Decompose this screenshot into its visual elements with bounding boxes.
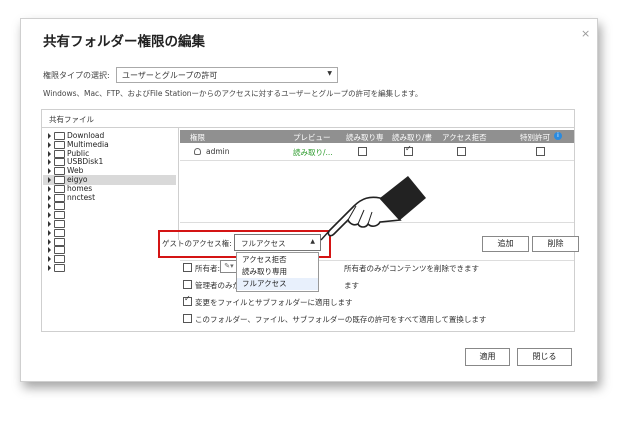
remove-button[interactable]: 削除	[532, 236, 579, 252]
deny-checkbox[interactable]	[457, 147, 466, 156]
folder-icon	[54, 158, 65, 167]
expand-arrow-icon[interactable]	[48, 229, 51, 236]
folder-icon	[54, 176, 65, 184]
col-special: 特別許可	[520, 133, 550, 142]
row-user-name: admin	[206, 147, 230, 156]
expand-arrow-icon[interactable]	[48, 133, 51, 139]
add-button[interactable]: 追加	[482, 236, 529, 252]
edit-shared-folder-permissions-dialog: 共有フォルダー権限の編集 × 権限タイプの選択: ユーザーとグループの許可 ▼ …	[20, 18, 598, 382]
folder-name: Web	[67, 166, 84, 176]
special-checkbox[interactable]	[536, 147, 545, 156]
apply-button[interactable]: 適用	[465, 348, 510, 366]
folder-name: USBDisk1	[67, 157, 104, 167]
folder-icon	[54, 220, 65, 228]
expand-arrow-icon[interactable]	[48, 238, 51, 245]
folder-icon	[54, 149, 65, 158]
col-preview: プレビュー	[293, 133, 331, 142]
dialog-title: 共有フォルダー権限の編集	[43, 34, 205, 50]
close-icon[interactable]: ×	[581, 27, 590, 40]
permissions-panel: 共有ファイル Download Multimedia Public USBDisk1 W…	[41, 109, 579, 332]
folder-icon	[54, 202, 65, 211]
permissions-table-header: 権限 プレビュー 読み取り専 読み取り/書 アクセス拒否 特別許可 i	[180, 130, 574, 143]
expand-arrow-icon[interactable]	[48, 141, 51, 148]
col-permission: 権限	[190, 133, 205, 142]
close-button[interactable]: 閉じる	[517, 348, 572, 366]
chevron-up-icon: ▲	[310, 238, 315, 245]
folder-icon	[54, 167, 65, 176]
checkmark-icon: ✓	[184, 294, 191, 303]
expand-arrow-icon[interactable]	[48, 221, 51, 227]
expand-arrow-icon[interactable]	[48, 247, 51, 254]
expand-arrow-icon[interactable]	[48, 168, 51, 175]
folder-icon	[54, 264, 65, 272]
expand-arrow-icon[interactable]	[48, 203, 51, 210]
owner-label: 所有者:	[195, 264, 221, 273]
guest-access-label: ゲストのアクセス権:	[162, 239, 232, 248]
expand-arrow-icon[interactable]	[48, 256, 51, 263]
folder-name: nnctest	[67, 192, 96, 202]
admin-only-checkbox[interactable]	[183, 280, 192, 289]
menu-item-deny[interactable]: アクセス拒否	[242, 254, 287, 265]
panel-header-label: 共有ファイル	[49, 115, 94, 124]
folder-tree: Download Multimedia Public USBDisk1 Web eigyo…	[42, 128, 179, 272]
folder-name: eigyo	[67, 175, 88, 184]
folder-icon	[54, 246, 65, 255]
folder-icon	[54, 237, 65, 246]
owner-checkbox[interactable]	[183, 263, 192, 272]
folder-name: homes	[67, 183, 93, 193]
col-deny: アクセス拒否	[442, 133, 487, 142]
permission-type-value: ユーザーとグループの許可	[122, 71, 218, 80]
expand-arrow-icon[interactable]	[48, 177, 51, 183]
admin-only-tail: ます	[344, 281, 359, 290]
tree-item[interactable]: eigyo	[43, 175, 176, 185]
expand-arrow-icon[interactable]	[48, 194, 51, 201]
apply-subfolders-label: 変更をファイルとサブフォルダーに適用します	[195, 298, 353, 307]
pointing-hand-icon	[320, 176, 426, 241]
table-row[interactable]: admin 読み取り/... ✓	[180, 143, 574, 161]
owner-note: 所有者のみがコンテンツを削除できます	[344, 264, 479, 273]
panel-header: 共有ファイル	[42, 110, 574, 128]
chevron-down-icon: ▼	[327, 70, 332, 77]
folder-icon	[54, 255, 65, 264]
guest-access-value: フルアクセス	[241, 239, 286, 248]
user-icon	[194, 148, 201, 155]
col-read-write: 読み取り/書	[392, 133, 433, 142]
guest-access-select[interactable]: フルアクセス ▲	[234, 234, 321, 251]
folder-icon	[54, 140, 65, 149]
read-only-checkbox[interactable]	[358, 147, 367, 156]
checkmark-icon: ✓	[405, 144, 412, 153]
folder-icon	[54, 184, 65, 193]
folder-icon	[54, 132, 65, 140]
expand-arrow-icon[interactable]	[48, 159, 51, 166]
folder-icon	[54, 193, 65, 202]
read-write-checkbox[interactable]: ✓	[404, 144, 413, 156]
row-preview: 読み取り/...	[293, 148, 333, 157]
permission-type-select[interactable]: ユーザーとグループの許可 ▼	[116, 67, 338, 83]
folder-name: Public	[67, 148, 90, 158]
folder-icon	[54, 211, 65, 220]
apply-subfolders-checkbox[interactable]: ✓	[183, 294, 192, 306]
expand-arrow-icon[interactable]	[48, 150, 51, 157]
info-icon[interactable]: i	[554, 132, 562, 140]
col-read-only: 読み取り専	[346, 133, 384, 142]
folder-icon	[54, 228, 65, 237]
apply-all-checkbox[interactable]	[183, 314, 192, 323]
folder-name: Download	[67, 131, 105, 140]
expand-arrow-icon[interactable]	[48, 185, 51, 192]
permission-description: Windows、Mac、FTP、およびFile Stationーからのアクセスに…	[43, 89, 423, 98]
permission-type-label: 権限タイプの選択:	[43, 71, 110, 80]
apply-all-label: このフォルダー、ファイル、サブフォルダーの既存の許可をすべて適用して置換します	[195, 315, 487, 324]
guest-access-menu: アクセス拒否 読み取り専用 フルアクセス	[236, 252, 319, 292]
expand-arrow-icon[interactable]	[48, 265, 51, 271]
menu-item-read-only[interactable]: 読み取り専用	[242, 266, 287, 277]
menu-item-full-access[interactable]: フルアクセス	[237, 278, 318, 290]
folder-name: Multimedia	[67, 139, 109, 149]
expand-arrow-icon[interactable]	[48, 212, 51, 219]
